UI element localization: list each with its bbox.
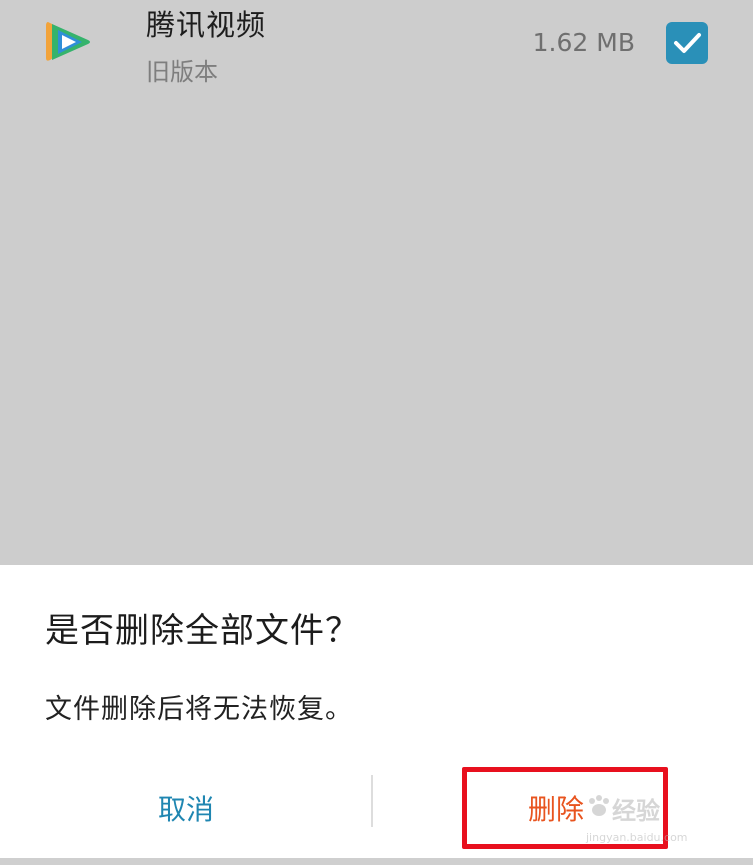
cancel-button[interactable]: 取消 <box>36 773 336 843</box>
app-size: 1.62 MB <box>532 28 635 57</box>
delete-confirm-dialog: 是否删除全部文件？ 文件删除后将无法恢复。 取消 删除 经验 jingyan.b… <box>0 565 753 865</box>
paw-icon <box>589 795 609 816</box>
app-version-label: 旧版本 <box>146 58 218 86</box>
list-item[interactable]: 腾讯视频 旧版本 1.62 MB <box>0 0 753 100</box>
watermark-url: jingyan.baidu.com <box>586 831 688 844</box>
file-list-dimmed: 腾讯视频 旧版本 1.62 MB <box>0 0 753 565</box>
dialog-title: 是否删除全部文件？ <box>45 611 360 651</box>
dialog-message: 文件删除后将无法恢复。 <box>45 694 353 725</box>
checkmark-icon <box>674 33 701 53</box>
select-checkbox[interactable] <box>666 22 708 64</box>
watermark-text: 经验 <box>612 797 660 825</box>
tencent-video-icon <box>42 18 96 66</box>
button-divider <box>371 775 373 827</box>
app-name: 腾讯视频 <box>146 8 267 42</box>
baidu-watermark: 经验 jingyan.baidu.com <box>586 789 716 849</box>
bottom-edge <box>0 858 753 865</box>
